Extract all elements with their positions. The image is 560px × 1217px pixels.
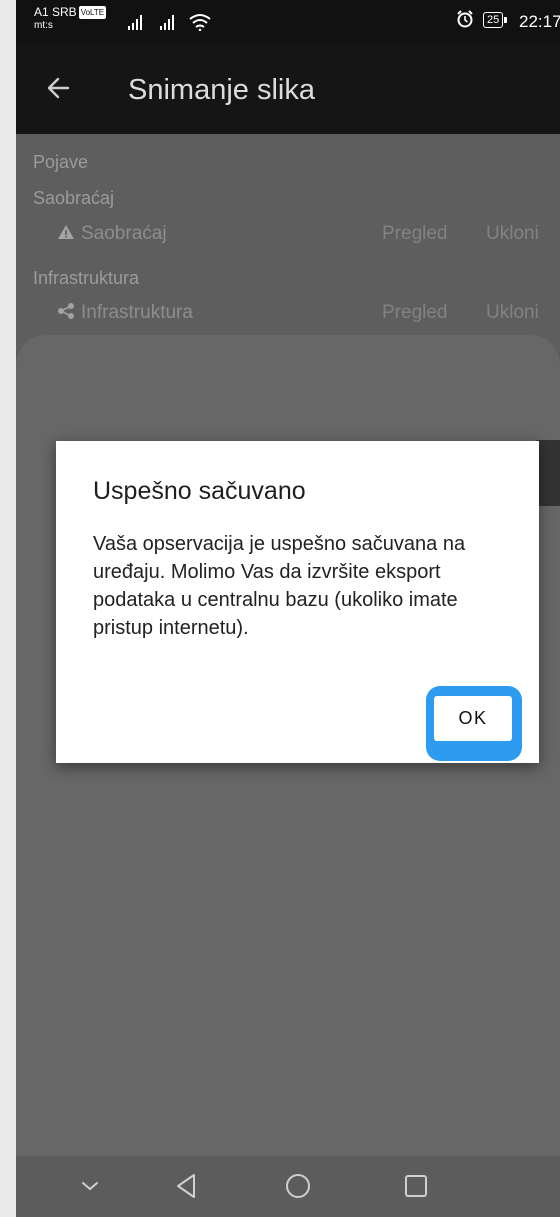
chevron-down-icon[interactable] [68,1166,112,1206]
wifi-icon [189,14,211,31]
carrier-name: A1 SRB [34,5,77,19]
app-bar: Snimanje slika [16,44,560,134]
observation-list: Pojave Saobraćaj Saobraćaj Pregled Uklon… [16,134,560,354]
sheet-side-handle [536,440,560,506]
back-arrow-icon[interactable] [40,68,80,108]
list-item-infrastruktura[interactable]: Infrastruktura [57,302,193,324]
volte-badge: VoLTE [78,6,107,19]
back-triangle-icon[interactable] [165,1166,209,1206]
warning-icon [58,225,74,239]
pregled-link[interactable]: Pregled [382,223,448,245]
ukloni-link[interactable]: Ukloni [486,302,539,324]
recents-square-icon[interactable] [394,1166,438,1206]
ok-button-highlight: OK [426,686,522,761]
share-icon [58,303,74,319]
carrier-info: A1 SRB VoLTE mt:s [34,5,107,32]
signal-icon [128,15,142,30]
ukloni-link[interactable]: Ukloni [486,223,539,245]
dialog-message: Vaša opservacija je uspešno sačuvana na … [93,533,466,639]
list-item-label: Infrastruktura [81,302,193,323]
list-item-saobracaj[interactable]: Saobraćaj [57,223,167,245]
background-edge [0,0,16,1217]
clock: 22:17 [519,12,560,31]
battery-indicator: 25 [483,12,508,28]
system-nav-bar [16,1156,560,1217]
phone-screen: A1 SRB VoLTE mt:s 25 22:17 Snimanje slika [16,0,560,1217]
page-title: Snimanje slika [128,74,315,106]
section-heading-pojave: Pojave [33,152,89,172]
success-dialog: Uspešno sačuvano Vaša opservacija je usp… [56,441,539,763]
dialog-title: Uspešno sačuvano [93,477,306,505]
status-bar: A1 SRB VoLTE mt:s 25 22:17 [16,0,560,44]
section-heading-infrastruktura: Infrastruktura [33,268,140,288]
alarm-icon [457,10,473,28]
home-circle-icon[interactable] [276,1166,320,1206]
pregled-link[interactable]: Pregled [382,302,448,324]
signal-icon-2 [160,15,174,30]
list-item-label: Saobraćaj [81,223,167,244]
group-heading-saobracaj: Saobraćaj [33,188,115,208]
network-sub: mt:s [34,20,53,31]
ok-button[interactable]: OK [434,696,512,741]
